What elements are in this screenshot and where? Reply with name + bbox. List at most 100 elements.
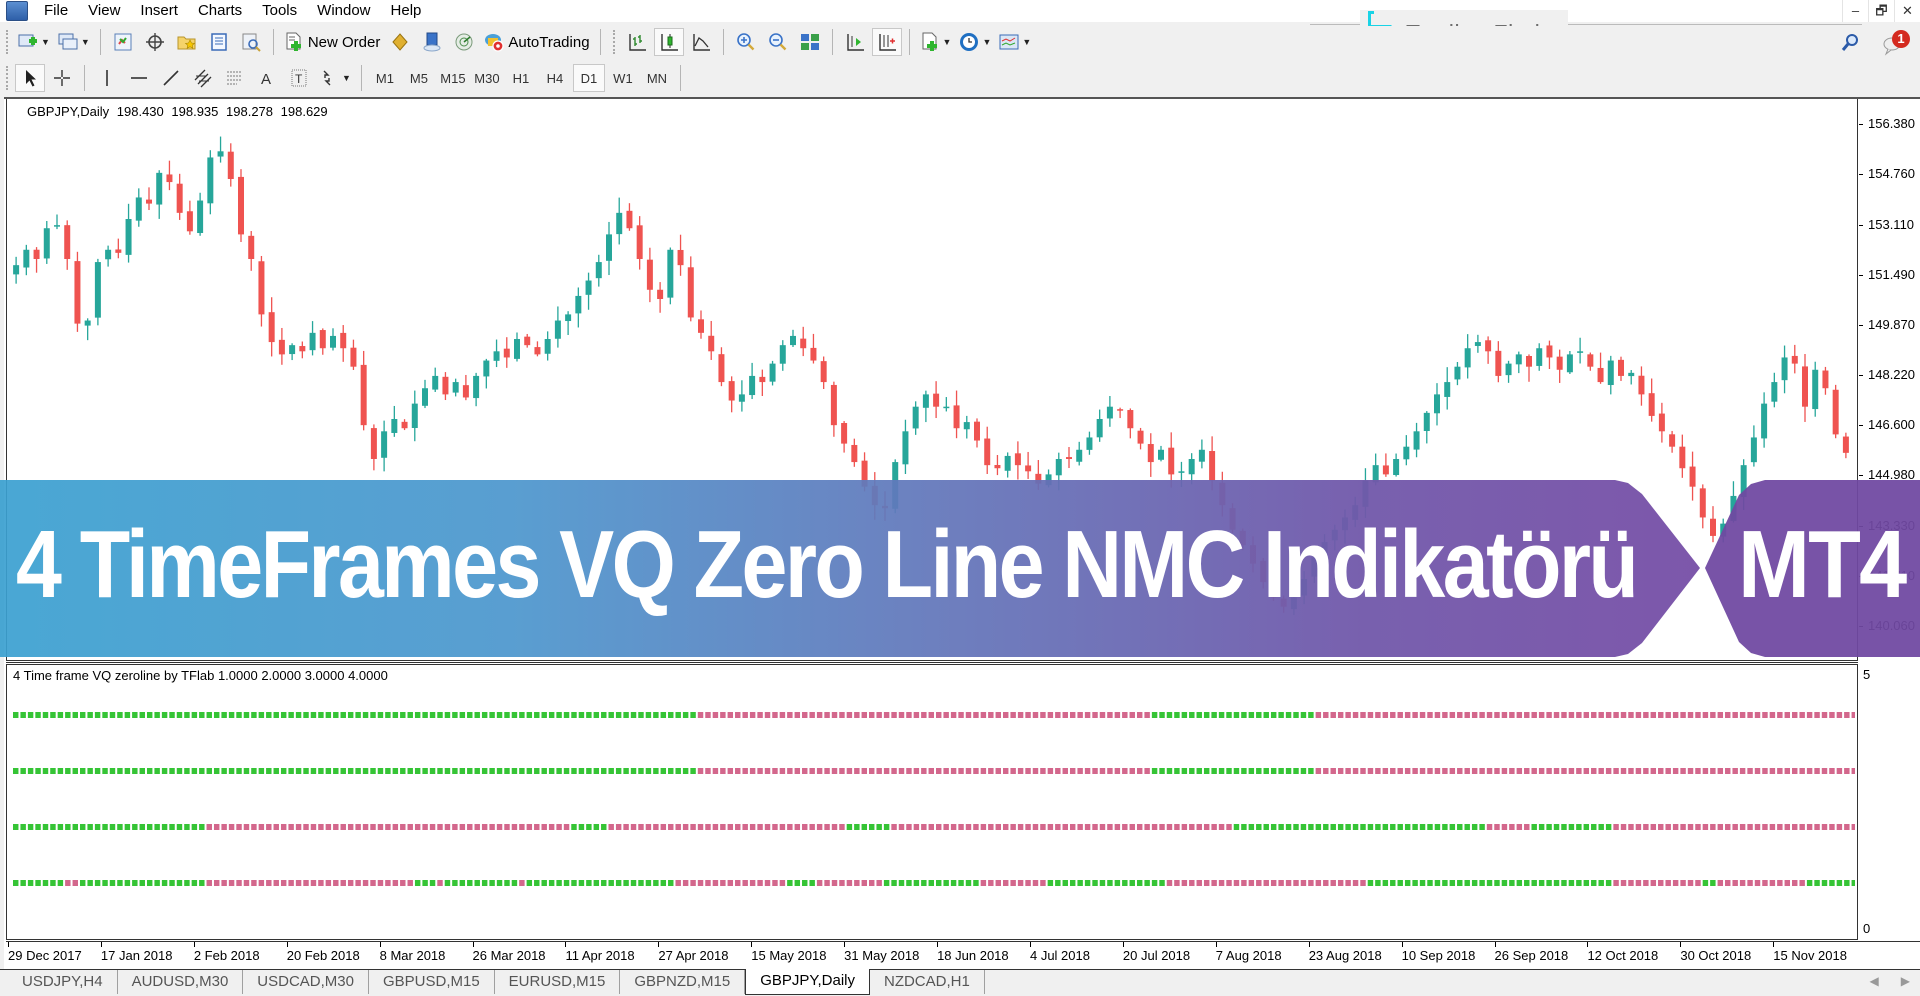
candle-body xyxy=(963,422,970,430)
menu-help[interactable]: Help xyxy=(381,0,432,22)
bearish-dot xyxy=(1069,768,1076,774)
bearish-dot xyxy=(705,768,711,774)
tab-usdcad-m30[interactable]: USDCAD,M30 xyxy=(243,970,369,994)
horizontal-line-button[interactable] xyxy=(124,64,154,92)
candle-body xyxy=(1014,453,1021,466)
candle xyxy=(728,376,735,413)
indicator-pane[interactable]: 4 Time frame VQ zeroline by TFlab 1.0000… xyxy=(6,665,1858,940)
arrows-button[interactable]: ▼ xyxy=(316,64,354,92)
candlestick-chart-button[interactable] xyxy=(653,28,684,56)
timeframe-m15[interactable]: M15 xyxy=(437,64,469,92)
candle xyxy=(401,419,408,431)
menu-file[interactable]: File xyxy=(34,0,78,22)
bullish-dot xyxy=(690,768,696,774)
price-axis[interactable]: 156.380 154.760 153.110 151.490 149.870 148.2… xyxy=(1859,99,1920,661)
cursor-tool-button[interactable] xyxy=(15,64,45,92)
timeframe-m1[interactable]: M1 xyxy=(369,64,401,92)
data-window-button[interactable] xyxy=(140,28,170,56)
line-chart-button[interactable] xyxy=(686,28,716,56)
timeframe-d1[interactable]: D1 xyxy=(572,64,605,92)
menu-charts[interactable]: Charts xyxy=(188,0,252,22)
zoom-in-button[interactable] xyxy=(731,28,761,56)
candle xyxy=(33,247,40,273)
bearish-dot xyxy=(1189,824,1195,830)
time-axis[interactable]: 29 Dec 2017 17 Jan 2018 2 Feb 2018 20 Feb 2… xyxy=(6,941,1920,969)
terminal-button[interactable] xyxy=(204,28,234,56)
new-chart-button[interactable]: ▼ xyxy=(15,28,53,56)
terminal-icon xyxy=(211,33,227,51)
profiles-button[interactable]: ▼ xyxy=(55,28,93,56)
strategy-tester-button[interactable] xyxy=(236,28,266,56)
timeframe-h4[interactable]: H4 xyxy=(539,64,571,92)
bullish-dot xyxy=(1300,712,1307,718)
fibonacci-button[interactable] xyxy=(220,64,250,92)
notifications-button[interactable]: 1 xyxy=(1882,30,1910,56)
text-tool-button[interactable]: A xyxy=(252,64,282,92)
crosshair-tool-button[interactable] xyxy=(47,64,77,92)
scroll-right-icon[interactable]: ▶ xyxy=(1901,974,1910,988)
bearish-dot xyxy=(1084,824,1091,830)
bullish-dot xyxy=(50,712,56,718)
menu-insert[interactable]: Insert xyxy=(130,0,188,22)
bearish-dot xyxy=(1144,712,1150,718)
bearish-dot xyxy=(1769,712,1776,718)
close-button[interactable]: ✕ xyxy=(1894,0,1920,22)
menu-view[interactable]: View xyxy=(78,0,130,22)
price-chart[interactable]: GBPJPY,Daily 198.430 198.935 198.278 198… xyxy=(6,99,1858,661)
candle xyxy=(1546,340,1553,370)
indicators-button[interactable]: ▼ xyxy=(917,28,955,56)
timeframe-m30[interactable]: M30 xyxy=(471,64,503,92)
bullish-dot xyxy=(601,824,607,830)
search-icon[interactable] xyxy=(1840,32,1860,54)
tab-usdjpy-h4[interactable]: USDJPY,H4 xyxy=(8,970,118,994)
trendline-button[interactable] xyxy=(156,64,186,92)
timeframe-h1[interactable]: H1 xyxy=(505,64,537,92)
bearish-dot xyxy=(1605,712,1612,718)
bar-chart-button[interactable] xyxy=(622,28,652,56)
autotrading-button[interactable]: AutoTrading xyxy=(481,28,592,56)
bearish-dot xyxy=(1687,768,1694,774)
new-order-button[interactable]: New Order xyxy=(281,28,384,56)
toolbar-grip[interactable] xyxy=(6,30,10,54)
equidistant-channel-button[interactable] xyxy=(188,64,218,92)
market-button[interactable] xyxy=(449,28,479,56)
scroll-left-icon[interactable]: ◀ xyxy=(1870,974,1879,988)
tab-audusd-m30[interactable]: AUDUSD,M30 xyxy=(118,970,244,994)
text-label-button[interactable]: T xyxy=(284,64,314,92)
bearish-dot xyxy=(1851,768,1855,774)
toolbar-grip[interactable] xyxy=(6,66,10,90)
bearish-dot xyxy=(1553,712,1560,718)
bearish-dot xyxy=(1769,824,1776,830)
tile-windows-button[interactable] xyxy=(795,28,825,56)
market-watch-button[interactable] xyxy=(108,28,138,56)
candle-body xyxy=(1362,480,1369,507)
timeframe-w1[interactable]: W1 xyxy=(607,64,639,92)
bullish-dot xyxy=(1538,880,1545,886)
signals-button[interactable] xyxy=(417,28,447,56)
bearish-dot xyxy=(675,824,681,830)
bearish-dot xyxy=(854,880,860,886)
minimize-button[interactable]: – xyxy=(1842,0,1868,22)
bullish-dot xyxy=(943,880,949,886)
tab-gbpusd-m15[interactable]: GBPUSD,M15 xyxy=(369,970,495,994)
chart-shift-button[interactable] xyxy=(840,28,870,56)
menu-window[interactable]: Window xyxy=(307,0,380,22)
vertical-line-button[interactable] xyxy=(92,64,122,92)
tab-gbpnzd-m15[interactable]: GBPNZD,M15 xyxy=(620,970,746,994)
timeframe-m5[interactable]: M5 xyxy=(403,64,435,92)
candle-body xyxy=(156,172,163,205)
expert-advisors-button[interactable] xyxy=(385,28,415,56)
menu-tools[interactable]: Tools xyxy=(252,0,307,22)
tab-gbpjpy-daily[interactable]: GBPJPY,Daily xyxy=(745,969,870,995)
bullish-dot xyxy=(1226,768,1232,774)
tab-nzdcad-h1[interactable]: NZDCAD,H1 xyxy=(870,970,985,994)
navigator-button[interactable] xyxy=(172,28,202,56)
zoom-out-button[interactable] xyxy=(763,28,793,56)
periods-button[interactable]: ▼ xyxy=(956,28,994,56)
restore-button[interactable]: 🗗 xyxy=(1868,0,1894,22)
auto-scroll-button[interactable] xyxy=(871,28,902,56)
timeframe-mn[interactable]: MN xyxy=(641,64,673,92)
templates-button[interactable]: ▼ xyxy=(996,28,1034,56)
toolbar-grip[interactable] xyxy=(612,30,617,54)
tab-eurusd-m15[interactable]: EURUSD,M15 xyxy=(495,970,621,994)
